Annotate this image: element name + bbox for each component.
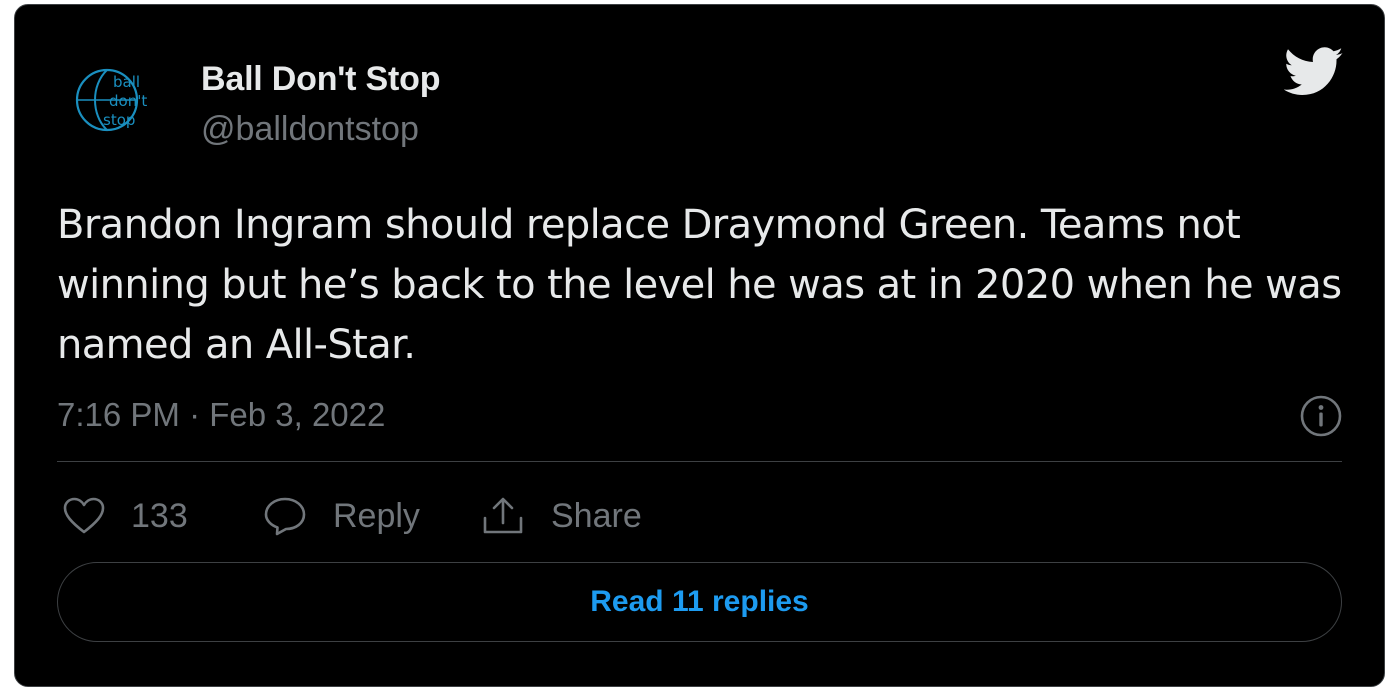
heart-icon [63, 497, 105, 534]
read-replies-button[interactable]: Read 11 replies [57, 562, 1342, 642]
logo-text-line-2: don't [109, 92, 147, 110]
reply-button[interactable]: Reply [263, 491, 420, 541]
like-button[interactable]: 133 [63, 491, 188, 541]
reply-label: Reply [333, 496, 420, 535]
tweet-timestamp[interactable]: 7:16 PM · Feb 3, 2022 [57, 397, 385, 433]
logo-text-line-1: ball [113, 73, 140, 91]
share-label: Share [551, 496, 642, 535]
share-icon [483, 497, 523, 534]
divider [57, 461, 1342, 462]
tweet-meta: 7:16 PM · Feb 3, 2022 [57, 391, 1342, 439]
share-button[interactable]: Share [481, 491, 642, 541]
reply-bubble-icon [264, 497, 306, 536]
tweet-card: ball don't stop Ball Don't Stop @balldon… [14, 4, 1385, 687]
like-count: 133 [131, 496, 188, 535]
ball-dont-stop-logo-icon: ball don't stop [75, 68, 147, 132]
tweet-actions: 133 Reply Share [57, 491, 1342, 541]
author-display-name[interactable]: Ball Don't Stop [201, 61, 440, 97]
tweet-header: ball don't stop Ball Don't Stop @balldon… [73, 47, 1344, 151]
twitter-bird-icon[interactable] [1284, 47, 1344, 97]
info-icon[interactable] [1300, 395, 1342, 437]
author-handle[interactable]: @balldontstop [201, 111, 440, 147]
tweet-text: Brandon Ingram should replace Draymond G… [57, 202, 1342, 368]
avatar[interactable]: ball don't stop [73, 65, 173, 135]
logo-text-line-3: stop [103, 111, 135, 129]
author-names: Ball Don't Stop @balldontstop [201, 61, 440, 147]
